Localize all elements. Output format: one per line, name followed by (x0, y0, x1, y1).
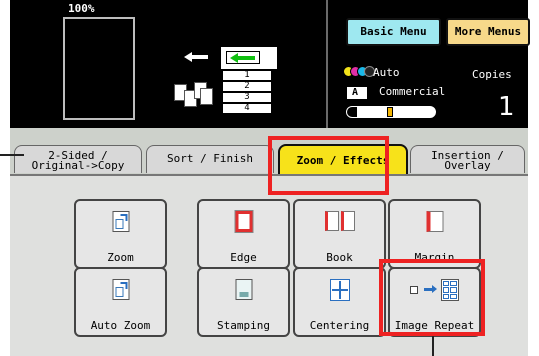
book-icon (324, 211, 355, 231)
tab-sort-finish[interactable]: Sort / Finish (146, 145, 274, 173)
color-mode-label: Auto (373, 66, 400, 79)
auto-zoom-icon (112, 279, 129, 300)
callout-line-bottom (432, 336, 434, 356)
highlight-zoom-effects-tab (268, 136, 389, 195)
stamping-icon (235, 279, 252, 300)
color-mode-icon (343, 66, 375, 78)
more-menus-button[interactable]: More Menus (446, 18, 530, 46)
density-slider[interactable] (346, 106, 436, 118)
auto-zoom-button[interactable]: Auto Zoom (74, 267, 167, 337)
tray-1: 1 (222, 70, 272, 81)
auto-zoom-button-label: Auto Zoom (90, 319, 151, 332)
original-type-label: Commercial (379, 85, 446, 98)
zoom-button[interactable]: Zoom (74, 199, 167, 269)
edge-icon (235, 211, 252, 232)
centering-icon (329, 279, 350, 301)
copies-label: Copies (472, 68, 512, 81)
paper-preview (63, 17, 135, 120)
edge-button[interactable]: Edge (197, 199, 290, 269)
stamping-button-label: Stamping (217, 319, 270, 332)
copier-diagram: 1 2 3 4 (170, 46, 300, 130)
panel-divider (326, 0, 328, 128)
highlight-image-repeat-button (379, 259, 485, 336)
tab-2-sided[interactable]: 2-Sided / Original->Copy (14, 145, 142, 173)
density-slider-thumb[interactable] (387, 107, 393, 117)
zoom-button-label: Zoom (107, 251, 134, 264)
stamping-button[interactable]: Stamping (197, 267, 290, 337)
tab-insertion-overlay[interactable]: Insertion / Overlay (410, 145, 525, 173)
sorted-sheets-icon (170, 80, 213, 116)
tray-4: 4 (222, 103, 272, 114)
feed-arrow-icon (226, 51, 260, 64)
centering-button[interactable]: Centering (293, 267, 386, 337)
book-button[interactable]: Book (293, 199, 386, 269)
copies-count: 1 (498, 92, 515, 122)
basic-menu-button[interactable]: Basic Menu (346, 18, 441, 46)
output-arrow-icon (184, 52, 208, 62)
tray-3: 3 (222, 92, 272, 103)
book-button-label: Book (326, 251, 353, 264)
centering-button-label: Centering (309, 319, 370, 332)
zoom-percent: 100% (68, 2, 95, 15)
zoom-icon (112, 211, 129, 232)
status-panel: 100% 1 2 3 4 Basic Menu More Menus Auto … (10, 0, 530, 130)
tray-2: 2 (222, 81, 272, 92)
edge-button-label: Edge (230, 251, 257, 264)
callout-line-left (0, 154, 24, 156)
original-type-icon (346, 86, 368, 100)
margin-icon (426, 211, 443, 232)
